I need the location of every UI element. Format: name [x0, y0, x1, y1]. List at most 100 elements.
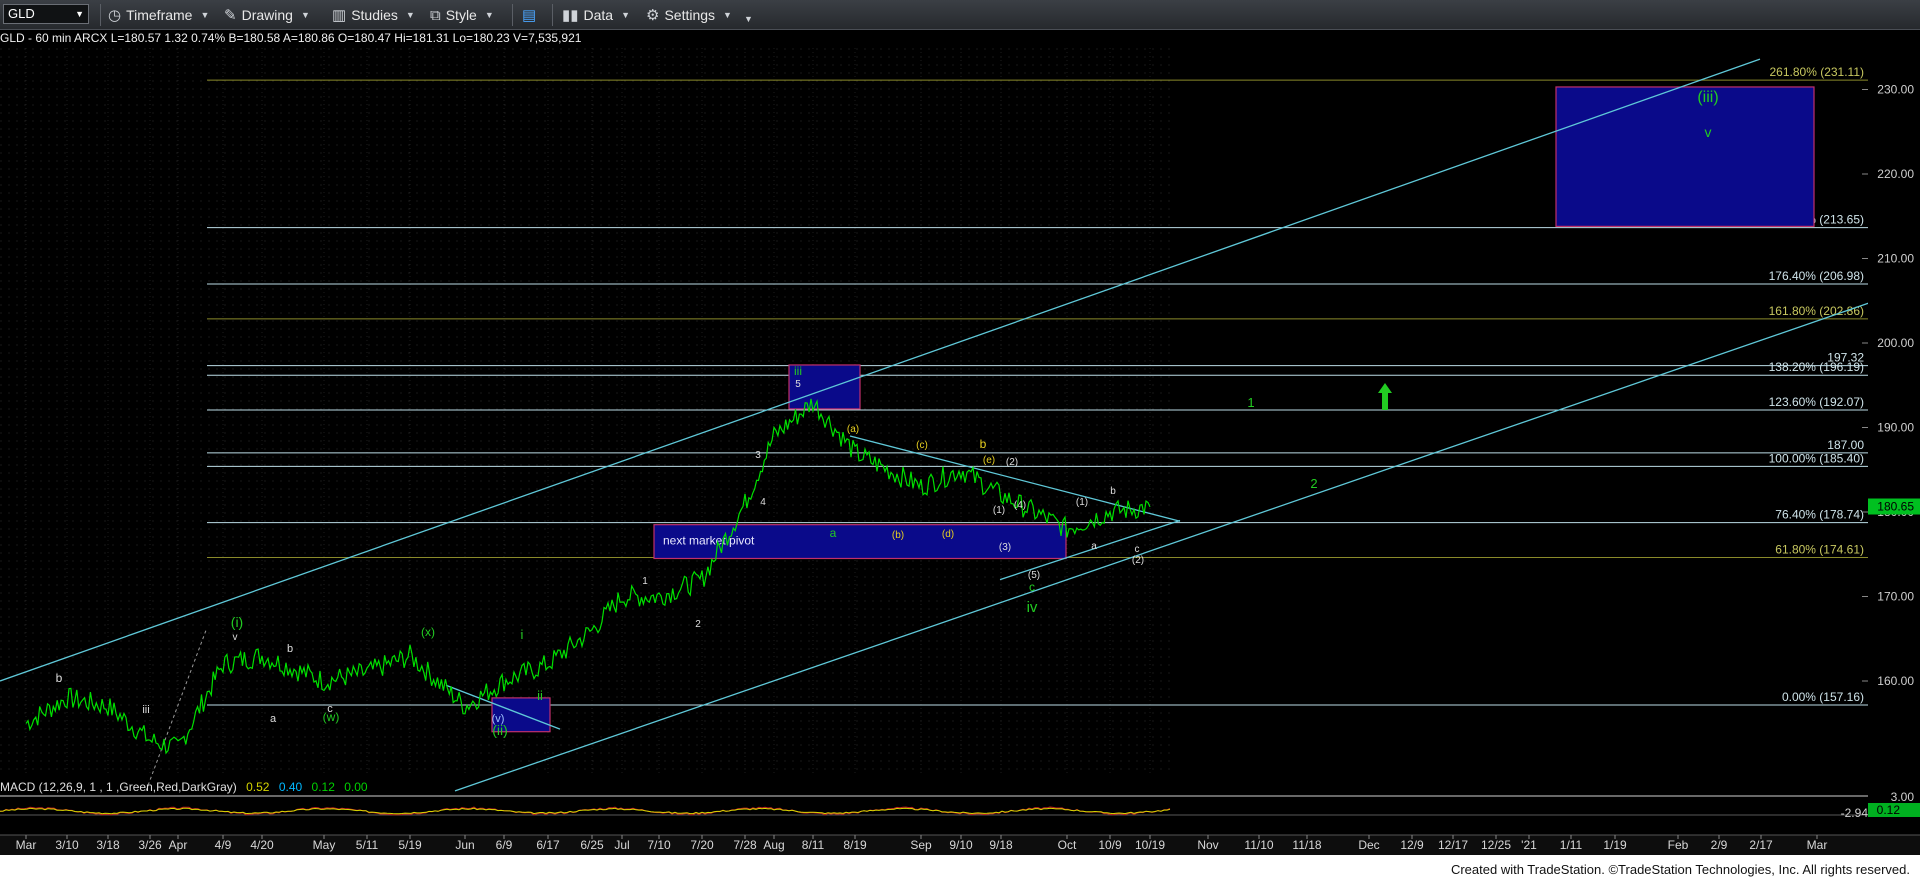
- wave-label-c-mid: c: [327, 703, 333, 715]
- studies-button[interactable]: ▥ Studies ▼: [332, 5, 415, 25]
- wave-label-paren-a: (a): [847, 424, 859, 435]
- fib-level-label: 61.80% (174.61): [1775, 543, 1864, 557]
- wave-label-a: a: [830, 526, 837, 540]
- wave-label-paren-5: (5): [1028, 570, 1040, 581]
- wave-label-paren-v: (v): [492, 713, 505, 725]
- y-tick-label: 170.00: [1877, 590, 1914, 604]
- channel-lower-line: [454, 291, 1901, 792]
- studies-icon: ▥: [332, 7, 347, 24]
- x-tick-label: 2/17: [1749, 838, 1773, 852]
- style-button[interactable]: ⧉ Style ▼: [430, 5, 494, 25]
- fib-level-label: 161.80% (202.86): [1769, 304, 1864, 318]
- style-label: Style: [445, 7, 477, 23]
- x-tick-label: 11/18: [1292, 838, 1321, 852]
- fib-level-label: 138.20% (196.19): [1769, 360, 1864, 374]
- settings-button[interactable]: ⚙ Settings ▼: [646, 5, 732, 25]
- fib-level-label: 100.00% (185.40): [1769, 451, 1864, 465]
- x-tick-label: 12/9: [1400, 838, 1424, 852]
- x-tick-label: Nov: [1197, 838, 1218, 852]
- x-tick-label: 4/9: [215, 838, 232, 852]
- price-series-line: [25, 398, 1151, 755]
- target-box-iii: [1555, 86, 1815, 227]
- wave-label-v-target: v: [1705, 124, 1712, 140]
- x-axis-panel: [0, 835, 1920, 855]
- last-price-label: 180.65: [1877, 500, 1914, 514]
- dashed-projection-line: [145, 630, 207, 792]
- x-tick-label: 12/25: [1481, 838, 1511, 852]
- x-tick-label: 4/20: [250, 838, 274, 852]
- pivot-box: [653, 524, 1067, 560]
- wave-label-paren-1b: (1): [1076, 497, 1088, 508]
- layout-button[interactable]: ▤: [522, 5, 541, 25]
- y-tick-label: 200.00: [1877, 336, 1914, 350]
- x-tick-label: 12/17: [1438, 838, 1468, 852]
- x-tick-label: 1/11: [1560, 838, 1583, 852]
- toolbar-divider: [552, 4, 553, 26]
- macd-axis-top: 3.00: [1891, 790, 1915, 804]
- footer-credit: Created with TradeStation. ©TradeStation…: [1450, 862, 1910, 877]
- layout-icon: ▤: [522, 7, 537, 24]
- wave-label-3: 3: [755, 450, 761, 461]
- wave-label-ii: ii: [537, 688, 543, 703]
- triangle-bottom-line: [999, 519, 1181, 581]
- x-tick-label: 5/11: [356, 838, 379, 852]
- chevron-down-icon: ▼: [300, 10, 310, 20]
- gear-icon: ⚙: [646, 7, 660, 24]
- toolbar-overflow-button[interactable]: ▼: [744, 9, 753, 29]
- wave-label-2: 2: [695, 619, 701, 630]
- studies-label: Studies: [351, 7, 398, 23]
- wave-label-paren-1: (1): [993, 505, 1005, 516]
- channel-upper-line: [0, 58, 1761, 682]
- wave-label-paren-2: (2): [1006, 457, 1018, 468]
- x-tick-label: Feb: [1668, 838, 1689, 852]
- data-button[interactable]: ▮▮ Data ▼: [562, 5, 630, 25]
- chevron-down-icon: ▼: [621, 10, 631, 20]
- timeframe-button[interactable]: ◷ Timeframe ▼: [108, 5, 209, 25]
- wave-label-x: (x): [421, 625, 435, 639]
- wave-projection-1: 1: [1247, 395, 1254, 410]
- macd-value-4: 0.00: [344, 780, 368, 794]
- x-tick-label: Mar: [1807, 838, 1828, 852]
- wave-label-b-right: b: [1110, 486, 1116, 497]
- x-tick-label: 9/18: [989, 838, 1013, 852]
- x-tick-label: 11/10: [1244, 838, 1273, 852]
- fib-level-label: 76.40% (178.74): [1775, 508, 1864, 522]
- wave-label-paren-b: (b): [892, 530, 904, 541]
- macd-value-tag-label: 0.12: [1877, 803, 1901, 817]
- macd-line: [0, 807, 1171, 815]
- drawing-button[interactable]: ✎ Drawing ▼: [224, 5, 310, 25]
- chevron-down-icon: ▼: [200, 10, 210, 20]
- wave-label-paren-c: (c): [916, 440, 928, 451]
- x-tick-label: Jun: [455, 838, 474, 852]
- pivot-label: next market pivot: [663, 534, 755, 548]
- fib-level-label: 261.80% (231.11): [1769, 65, 1864, 79]
- macd-label: MACD (12,26,9, 1 , 1 ,Green,Red,DarkGray…: [0, 780, 237, 794]
- x-tick-label: 3/10: [55, 838, 79, 852]
- x-tick-label: 8/19: [843, 838, 867, 852]
- target-box-wave-iii: [788, 364, 861, 410]
- wave-label-iii-left: iii: [142, 704, 149, 716]
- wave-label-paren-ii: (ii): [492, 722, 508, 738]
- fib-level-label: 123.60% (192.07): [1769, 395, 1864, 409]
- fib-level-label: 176.40% (206.98): [1769, 269, 1864, 283]
- x-tick-label: Aug: [763, 838, 784, 852]
- y-axis-panel: [1868, 36, 1920, 776]
- settings-label: Settings: [664, 7, 716, 23]
- wave-label-c: c: [1029, 580, 1035, 594]
- wave-label-b-mid: b: [287, 643, 293, 655]
- y-tick-label: 230.00: [1877, 83, 1914, 97]
- wave-label-paren-3: (3): [999, 542, 1011, 553]
- wave-label-b: b: [980, 437, 987, 451]
- macd-value-tag: [1868, 803, 1920, 817]
- x-tick-label: 3/18: [96, 838, 120, 852]
- symbol-selector[interactable]: GLD ▼: [3, 4, 89, 24]
- quote-info-bar: GLD - 60 min ARCX L=180.57 1.32 0.74% B=…: [0, 31, 582, 45]
- bar-chart-icon: ▮▮: [562, 7, 579, 24]
- x-tick-label: 7/10: [647, 838, 671, 852]
- x-tick-label: 6/25: [580, 838, 604, 852]
- macd-value-1: 0.52: [246, 780, 270, 794]
- chevron-down-icon: ▼: [744, 14, 753, 24]
- macd-signal-line: [0, 806, 1171, 816]
- toolbar-divider: [100, 4, 101, 26]
- drawing-label: Drawing: [241, 7, 293, 23]
